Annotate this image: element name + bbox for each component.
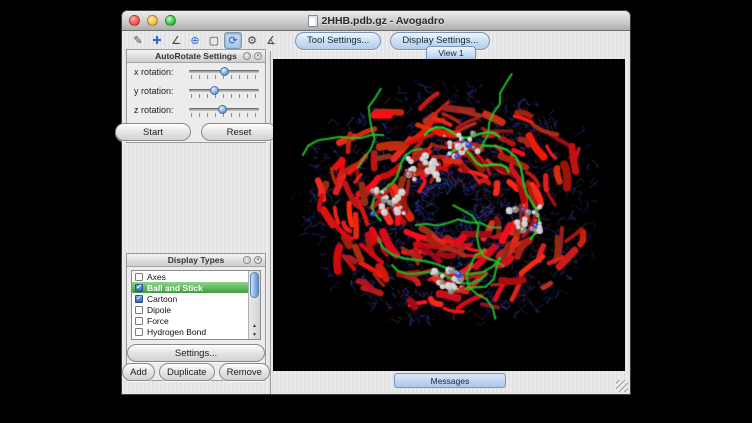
- list-item-label: Hydrogen Bond: [147, 327, 206, 337]
- list-item-label: Ball and Stick: [147, 283, 203, 293]
- start-button[interactable]: Start: [115, 123, 191, 141]
- slider-thumb[interactable]: [218, 105, 227, 114]
- document-icon: [308, 15, 318, 27]
- autorotate-panel-header[interactable]: AutoRotate Settings □ ✕: [127, 50, 265, 63]
- dipole-checkbox[interactable]: [135, 306, 143, 314]
- force-checkbox[interactable]: [135, 317, 143, 325]
- auto-optimize-tool-icon[interactable]: ⚙: [243, 32, 261, 49]
- ball-and-stick-checkbox[interactable]: [135, 284, 143, 292]
- z-rotation-slider[interactable]: [189, 104, 259, 117]
- list-item-ball-and-stick[interactable]: Ball and Stick: [132, 282, 248, 293]
- z-rotation-row: z rotation:: [127, 101, 265, 119]
- y-rotation-slider[interactable]: [189, 85, 259, 98]
- label-checkbox[interactable]: [135, 339, 143, 341]
- list-item-force[interactable]: Force: [132, 315, 248, 326]
- cartoon-checkbox[interactable]: [135, 295, 143, 303]
- sidebar-divider: [270, 51, 271, 394]
- messages-tab[interactable]: Messages: [394, 373, 506, 388]
- slider-track: [189, 89, 259, 92]
- x-rotation-row: x rotation:: [127, 63, 265, 81]
- autorotate-panel-title: AutoRotate Settings: [155, 51, 237, 61]
- x-rotation-slider[interactable]: [189, 66, 259, 79]
- z-rotation-label: z rotation:: [134, 105, 174, 115]
- display-types-panel-header[interactable]: Display Types □ ✕: [127, 254, 265, 267]
- avogadro-window: 2HHB.pdb.gz - Avogadro ✎ ✚ ∠ ⊕ ▢ ⟳ ⚙ ∡ T…: [121, 10, 631, 395]
- list-item-hydrogen-bond[interactable]: Hydrogen Bond: [132, 326, 248, 337]
- slider-ticks: [191, 94, 257, 98]
- panel-header-buttons: □ ✕: [243, 256, 262, 264]
- panel-float-icon[interactable]: □: [243, 52, 251, 60]
- title-area: 2HHB.pdb.gz - Avogadro: [122, 11, 630, 30]
- panel-close-icon[interactable]: ✕: [254, 52, 262, 60]
- scroll-down-icon[interactable]: ▼: [249, 330, 260, 339]
- list-scrollbar[interactable]: ▲ ▼: [248, 271, 260, 339]
- panel-close-icon[interactable]: ✕: [254, 256, 262, 264]
- settings-button[interactable]: Settings...: [127, 344, 265, 362]
- list-item-label-type[interactable]: Label: [132, 337, 248, 340]
- display-type-settings-row: Settings...: [127, 344, 265, 362]
- list-item-label: Dipole: [147, 305, 171, 315]
- auto-rotate-tool-icon[interactable]: ⟳: [224, 32, 242, 49]
- autorotate-buttons: Start Reset: [127, 123, 265, 141]
- scrollbar-thumb[interactable]: [250, 272, 259, 298]
- navigate-tool-icon[interactable]: ✚: [148, 32, 166, 49]
- y-rotation-row: y rotation:: [127, 82, 265, 100]
- title-bar[interactable]: 2HHB.pdb.gz - Avogadro: [122, 11, 630, 31]
- remove-button[interactable]: Remove: [219, 363, 270, 381]
- measure-tool-icon[interactable]: ∡: [262, 32, 280, 49]
- list-item-label: Cartoon: [147, 294, 177, 304]
- selection-tool-icon[interactable]: ▢: [205, 32, 223, 49]
- y-rotation-label: y rotation:: [134, 86, 174, 96]
- display-types-panel-title: Display Types: [168, 255, 225, 265]
- list-item-label: Force: [147, 316, 169, 326]
- list-item-axes[interactable]: Axes: [132, 271, 248, 282]
- manipulate-tool-icon[interactable]: ⊕: [186, 32, 204, 49]
- list-item-label: Label: [147, 338, 168, 341]
- duplicate-button[interactable]: Duplicate: [159, 363, 215, 381]
- x-rotation-label: x rotation:: [134, 67, 174, 77]
- list-item-label: Axes: [147, 272, 166, 282]
- molecule-canvas[interactable]: [273, 59, 625, 371]
- axes-checkbox[interactable]: [135, 273, 143, 281]
- view-1-tab[interactable]: View 1: [426, 46, 476, 60]
- slider-thumb[interactable]: [220, 67, 229, 76]
- window-title: 2HHB.pdb.gz - Avogadro: [322, 15, 445, 27]
- display-type-actions: Add Duplicate Remove: [127, 363, 265, 381]
- display-types-rows: Axes Ball and Stick Cartoon Dipole Force: [132, 271, 248, 340]
- add-button[interactable]: Add: [122, 363, 155, 381]
- list-item-cartoon[interactable]: Cartoon: [132, 293, 248, 304]
- toolbar: ✎ ✚ ∠ ⊕ ▢ ⟳ ⚙ ∡ Tool Settings... Display…: [122, 30, 630, 51]
- tool-settings-button[interactable]: Tool Settings...: [295, 32, 381, 50]
- autorotate-settings-panel: AutoRotate Settings □ ✕ x rotation: y ro…: [126, 49, 266, 143]
- scroll-up-icon[interactable]: ▲: [249, 321, 260, 330]
- list-item-dipole[interactable]: Dipole: [132, 304, 248, 315]
- draw-tool-icon[interactable]: ✎: [129, 32, 147, 49]
- display-types-panel: Display Types □ ✕ Axes Ball and Stick Ca…: [126, 253, 266, 381]
- panel-float-icon[interactable]: □: [243, 256, 251, 264]
- resize-grip[interactable]: [616, 380, 628, 392]
- display-types-list: Axes Ball and Stick Cartoon Dipole Force: [131, 270, 261, 340]
- hydrogen-bond-checkbox[interactable]: [135, 328, 143, 336]
- bond-centric-tool-icon[interactable]: ∠: [167, 32, 185, 49]
- panel-header-buttons: □ ✕: [243, 52, 262, 60]
- reset-button[interactable]: Reset: [201, 123, 277, 141]
